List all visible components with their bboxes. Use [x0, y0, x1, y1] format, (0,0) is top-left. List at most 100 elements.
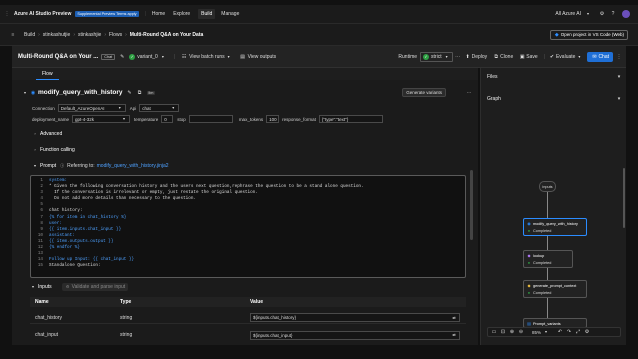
- value-input[interactable]: ${inputs.chat_history} ⇄: [250, 313, 460, 322]
- collapse-chevron-icon[interactable]: ▾: [22, 90, 28, 96]
- code-line[interactable]: 15 Standalone Question:: [31, 263, 465, 269]
- function-calling-section[interactable]: › Function calling: [32, 147, 74, 153]
- chevron-down-icon[interactable]: ▾: [30, 284, 36, 290]
- table-row: chat_input string ${inputs.chat_input} ⇄: [30, 329, 466, 341]
- breadcrumb-current: Multi-Round Q&A on Your Data: [129, 31, 204, 38]
- nav-explore[interactable]: Explore: [173, 11, 190, 17]
- nav-build[interactable]: Build: [198, 9, 216, 19]
- breadcrumb-subproject[interactable]: stinkashjie: [78, 32, 101, 38]
- scrollbar[interactable]: [623, 168, 625, 228]
- layout-icon[interactable]: ▭: [491, 329, 497, 335]
- separator-icon: ›: [73, 31, 75, 38]
- zoom-in-icon[interactable]: ⊕: [509, 329, 515, 335]
- edit-pencil-icon[interactable]: ✎: [127, 90, 133, 96]
- inputs-section-header: ▾ Inputs ⚙ Validate and parse input: [30, 283, 466, 291]
- fit-view-icon[interactable]: ⊡: [500, 329, 506, 335]
- response-format-input[interactable]: {"type":"text"}: [318, 115, 383, 123]
- settings-icon[interactable]: ⚙: [584, 329, 590, 335]
- open-vscode-button[interactable]: ◆ Open project in VS Code (Web): [549, 29, 628, 40]
- max-tokens-input[interactable]: 100: [266, 115, 280, 123]
- tab-flow[interactable]: Flow: [36, 69, 59, 80]
- nav-manage[interactable]: Manage: [221, 11, 239, 17]
- graph-node-lookup[interactable]: ◆ lookup ● Completed: [523, 250, 573, 268]
- table-row: chat_history string ${inputs.chat_histor…: [30, 312, 466, 324]
- save-button[interactable]: Save: [526, 54, 537, 60]
- clone-button[interactable]: Clone: [500, 54, 513, 60]
- app-grid-icon[interactable]: ⋮: [4, 11, 10, 17]
- prompt-file-link[interactable]: modify_query_with_history.jinja2: [97, 163, 169, 169]
- line-number: 15: [37, 263, 43, 269]
- breadcrumb-project[interactable]: stinkashutjie: [43, 32, 71, 38]
- expand-icon[interactable]: ▾: [616, 74, 622, 80]
- dropdown-icon[interactable]: ▾: [543, 329, 549, 335]
- chevron-down-icon[interactable]: ▾: [585, 11, 591, 17]
- nav-home[interactable]: Home: [152, 11, 165, 17]
- menu-icon[interactable]: ≡: [10, 32, 16, 38]
- fullscreen-icon[interactable]: ⤢: [575, 329, 581, 335]
- temperature-input[interactable]: 0: [161, 115, 174, 123]
- prompt-section[interactable]: ▾ Prompt ⓘ Referring to: modify_query_wi…: [32, 163, 169, 169]
- breadcrumb-build[interactable]: Build: [24, 32, 35, 38]
- dropdown-icon[interactable]: ▾: [226, 54, 232, 60]
- edit-value-icon[interactable]: ⇄: [451, 332, 457, 338]
- account-scope[interactable]: All Azure AI: [555, 11, 581, 17]
- evaluate-button[interactable]: Evaluate: [556, 54, 575, 60]
- edit-value-icon[interactable]: ⇄: [451, 315, 457, 321]
- view-batch-runs-button[interactable]: View batch runs: [189, 54, 224, 60]
- breadcrumb-bar: ≡ Build › stinkashutjie › stinkashjie › …: [0, 24, 638, 46]
- stop-input[interactable]: [188, 115, 233, 123]
- expand-icon[interactable]: ▾: [616, 96, 622, 102]
- value-input[interactable]: ${inputs.chat_input} ⇄: [250, 330, 460, 340]
- more-icon[interactable]: ⋯: [466, 90, 472, 96]
- breadcrumb-flows[interactable]: Flows: [109, 32, 122, 38]
- runtime-select[interactable]: ✓ strict ▾: [420, 51, 453, 62]
- inputs-title: Inputs: [38, 284, 52, 290]
- divider: |: [543, 53, 545, 60]
- more-icon[interactable]: ⋮: [616, 54, 622, 60]
- app-title[interactable]: Azure AI Studio Preview: [14, 11, 71, 17]
- scrollbar[interactable]: [470, 170, 473, 240]
- user-avatar[interactable]: [622, 10, 630, 18]
- variant-label[interactable]: variant_0: [137, 54, 158, 60]
- chat-icon: ✉: [592, 53, 597, 60]
- tab-bar: Flow: [12, 68, 478, 80]
- validate-parse-button[interactable]: ⚙ Validate and parse input: [61, 283, 129, 291]
- completed-icon: ●: [527, 228, 531, 233]
- settings-gear-icon[interactable]: ⚙: [599, 11, 605, 17]
- preview-terms-badge[interactable]: Supplemental Preview Terms apply: [75, 11, 139, 17]
- info-icon: ⓘ: [60, 163, 65, 168]
- outputs-icon: ▤: [240, 53, 245, 60]
- more-icon[interactable]: ⋯: [455, 54, 461, 60]
- connection-row: Connection Default_AzureOpenAI ▾ Api cha…: [32, 104, 180, 112]
- files-label[interactable]: Files: [487, 74, 498, 80]
- separator-icon: ›: [104, 31, 107, 38]
- generate-variants-button[interactable]: Generate variants: [402, 88, 446, 97]
- advanced-section[interactable]: › Advanced: [32, 131, 62, 137]
- zoom-out-icon[interactable]: ⊖: [518, 329, 524, 335]
- graph-node-generate-prompt-context[interactable]: ◆ generate_prompt_context ● Completed: [523, 280, 587, 298]
- deploy-icon: ⬆: [465, 53, 470, 60]
- copy-icon[interactable]: ⧉: [137, 90, 143, 96]
- dropdown-icon: ▾: [118, 105, 121, 110]
- dropdown-icon[interactable]: ▾: [160, 54, 166, 60]
- dropdown-icon[interactable]: ▾: [576, 54, 582, 60]
- api-select[interactable]: chat ▾: [139, 104, 180, 112]
- graph-node-modify-query[interactable]: ◉ modify_query_with_history ● Completed: [523, 218, 587, 236]
- chevron-down-icon: ▾: [33, 163, 36, 168]
- graph-node-inputs[interactable]: inputs: [539, 181, 556, 192]
- undo-icon[interactable]: ↶: [557, 329, 563, 335]
- completed-icon: ●: [527, 260, 531, 265]
- right-panel: Files Graph ▾ ▾ inputs ◉ modify_query_wit…: [480, 68, 626, 345]
- deployment-select[interactable]: gpt-4-32k ▾: [72, 115, 131, 123]
- chat-button[interactable]: ✉ Chat: [587, 51, 613, 62]
- edit-pencil-icon[interactable]: ✎: [119, 54, 125, 60]
- zoom-level[interactable]: 85%: [532, 330, 541, 335]
- redo-icon[interactable]: ↷: [566, 329, 572, 335]
- view-outputs-button[interactable]: View outputs: [248, 54, 277, 60]
- help-icon[interactable]: ?: [610, 11, 616, 17]
- edge-line: [547, 298, 548, 318]
- graph-label[interactable]: Graph: [487, 96, 501, 102]
- prompt-code-editor[interactable]: 1 system: 2 * Given the following conversat…: [30, 175, 466, 278]
- deploy-button[interactable]: Deploy: [472, 54, 488, 60]
- connection-select[interactable]: Default_AzureOpenAI ▾: [57, 104, 126, 112]
